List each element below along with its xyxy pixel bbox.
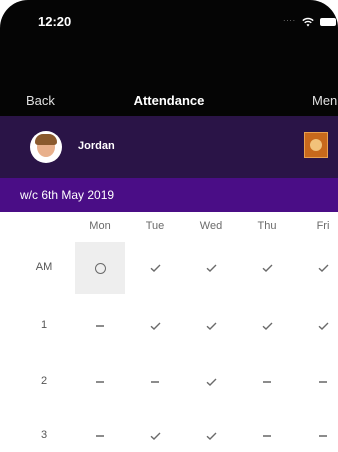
session-label: 1 <box>40 319 48 331</box>
session-label: 2 <box>40 375 48 387</box>
no-session-dash-icon <box>319 381 327 383</box>
day-header-thu: Thu <box>257 220 277 232</box>
no-session-dash-icon <box>96 325 104 327</box>
attendance-cell[interactable] <box>298 242 338 294</box>
navigation-bar: Back Attendance Menu <box>0 84 338 116</box>
attendance-cell[interactable] <box>75 242 125 294</box>
day-header-tue: Tue <box>145 220 165 232</box>
day-header-wed: Wed <box>199 220 223 232</box>
status-time: 12:20 <box>38 14 72 29</box>
present-tick-icon <box>262 264 272 272</box>
no-session-dash-icon <box>263 435 271 437</box>
no-session-dash-icon <box>263 381 271 383</box>
attendance-cell[interactable] <box>298 356 338 408</box>
attendance-cell[interactable] <box>130 300 180 352</box>
signal-dots: .... <box>283 14 296 23</box>
no-session-dash-icon <box>96 435 104 437</box>
present-tick-icon <box>318 264 328 272</box>
attendance-cell[interactable] <box>242 300 292 352</box>
attendance-cell[interactable] <box>130 410 180 452</box>
status-bar: 12:20 .... <box>0 0 338 46</box>
attendance-cell[interactable] <box>298 410 338 452</box>
wifi-icon <box>302 17 314 27</box>
no-session-dash-icon <box>319 435 327 437</box>
absent-circle-icon <box>94 262 106 274</box>
attendance-cell[interactable] <box>186 242 236 294</box>
present-tick-icon <box>318 322 328 330</box>
attendance-cell[interactable] <box>186 356 236 408</box>
day-header-fri: Fri <box>316 220 330 232</box>
child-avatar[interactable] <box>30 131 62 163</box>
attendance-cell[interactable] <box>75 300 125 352</box>
present-tick-icon <box>150 432 160 440</box>
present-tick-icon <box>150 264 160 272</box>
present-tick-icon <box>206 264 216 272</box>
school-logo-icon[interactable] <box>304 132 328 158</box>
attendance-cell[interactable] <box>186 300 236 352</box>
present-tick-icon <box>206 432 216 440</box>
attendance-cell[interactable] <box>242 242 292 294</box>
avatar-hair <box>35 134 57 145</box>
present-tick-icon <box>262 322 272 330</box>
student-profile-bar: Jordan <box>0 116 338 178</box>
battery-icon <box>320 18 336 26</box>
present-tick-icon <box>206 378 216 386</box>
week-label: w/c 6th May 2019 <box>20 188 115 202</box>
no-session-dash-icon <box>96 381 104 383</box>
attendance-cell[interactable] <box>242 356 292 408</box>
attendance-cell[interactable] <box>130 242 180 294</box>
attendance-cell[interactable] <box>75 356 125 408</box>
attendance-cell[interactable] <box>130 356 180 408</box>
day-header-mon: Mon <box>89 220 111 232</box>
no-session-dash-icon <box>151 381 159 383</box>
attendance-cell[interactable] <box>75 410 125 452</box>
attendance-cell[interactable] <box>298 300 338 352</box>
present-tick-icon <box>206 322 216 330</box>
attendance-grid: Mon Tue Wed Thu Fri AM 1 2 3 <box>0 212 338 452</box>
attendance-cell[interactable] <box>186 410 236 452</box>
session-label: 3 <box>40 429 48 441</box>
attendance-cell[interactable] <box>242 410 292 452</box>
menu-button[interactable]: Menu <box>312 93 338 108</box>
session-label: AM <box>35 261 53 273</box>
present-tick-icon <box>150 322 160 330</box>
week-selector[interactable]: w/c 6th May 2019 <box>0 178 338 212</box>
student-name: Jordan <box>78 140 115 152</box>
page-title: Attendance <box>133 93 205 108</box>
attendance-screen: 12:20 .... Back Attendance Menu Jordan w… <box>0 0 338 452</box>
school-crest <box>310 139 322 151</box>
